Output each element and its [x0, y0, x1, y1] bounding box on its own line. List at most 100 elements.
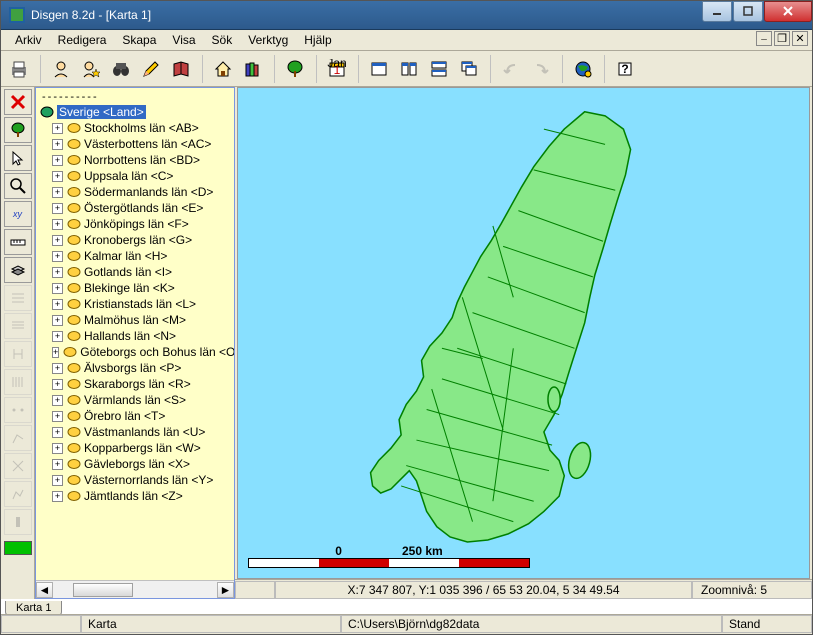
region-icon — [67, 250, 81, 262]
expand-icon[interactable]: + — [52, 315, 63, 326]
tree-item[interactable]: +Örebro län <T> — [38, 408, 232, 424]
tree-item-label: Stockholms län <AB> — [84, 121, 199, 135]
tree-item[interactable]: +Blekinge län <K> — [38, 280, 232, 296]
tree-item[interactable]: +Gävleborgs län <X> — [38, 456, 232, 472]
minimize-button[interactable] — [702, 1, 732, 22]
expand-icon[interactable]: + — [52, 411, 63, 422]
expand-icon[interactable]: + — [52, 443, 63, 454]
expand-icon[interactable]: + — [52, 475, 63, 486]
menu-hjalp[interactable]: Hjälp — [296, 31, 339, 49]
expand-icon[interactable]: + — [52, 459, 63, 470]
tree-item[interactable]: +Uppsala län <C> — [38, 168, 232, 184]
tree-item[interactable]: +Kopparbergs län <W> — [38, 440, 232, 456]
menu-visa[interactable]: Visa — [164, 31, 203, 49]
tree-item[interactable]: +Kristianstads län <L> — [38, 296, 232, 312]
mdi-restore-button[interactable]: ❐ — [774, 31, 790, 46]
statusbar: Karta C:\Users\Björn\dg82data Stand — [1, 614, 812, 634]
tree-item[interactable]: +Västerbottens län <AC> — [38, 136, 232, 152]
scroll-thumb[interactable] — [73, 583, 133, 597]
tree-horizontal-scrollbar[interactable]: ◄ ► — [36, 580, 234, 598]
menu-verktyg[interactable]: Verktyg — [240, 31, 296, 49]
tree-body[interactable]: ---------- Sverige <Land> +Stockholms lä… — [36, 88, 234, 580]
close-button[interactable] — [764, 1, 812, 22]
tree-item[interactable]: +Kalmar län <H> — [38, 248, 232, 264]
redo-button[interactable] — [527, 54, 555, 84]
tree-item[interactable]: +Jönköpings län <F> — [38, 216, 232, 232]
expand-icon[interactable]: + — [52, 491, 63, 502]
person-star-button[interactable] — [77, 54, 105, 84]
scroll-left-button[interactable]: ◄ — [36, 582, 53, 598]
window-cascade-button[interactable] — [455, 54, 483, 84]
mdi-minimize-button[interactable]: – — [756, 31, 772, 46]
tree-item[interactable]: + Stockholms län <AB> — [38, 120, 232, 136]
expand-icon[interactable]: + — [52, 251, 63, 262]
tree-root[interactable]: Sverige <Land> — [38, 104, 232, 120]
expand-icon[interactable]: + — [52, 139, 63, 150]
calendar-button[interactable]: 1Jan — [323, 54, 351, 84]
expand-icon[interactable]: + — [52, 155, 63, 166]
help-button[interactable]: ? — [611, 54, 639, 84]
tree-item[interactable]: +Södermanlands län <D> — [38, 184, 232, 200]
pointer-tool[interactable] — [4, 145, 32, 171]
books-button[interactable] — [239, 54, 267, 84]
tree-item[interactable]: +Skaraborgs län <R> — [38, 376, 232, 392]
tool-disabled-4 — [4, 369, 32, 395]
tree-item[interactable]: +Norrbottens län <BD> — [38, 152, 232, 168]
pencil-button[interactable] — [137, 54, 165, 84]
window-split-h-button[interactable] — [425, 54, 453, 84]
color-swatch[interactable] — [4, 541, 32, 555]
layers-tool[interactable] — [4, 257, 32, 283]
menu-sok[interactable]: Sök — [204, 31, 241, 49]
window-single-button[interactable] — [365, 54, 393, 84]
tree-button[interactable] — [281, 54, 309, 84]
mdi-close-button[interactable]: ✕ — [792, 31, 808, 46]
xy-tool[interactable]: xy — [4, 201, 32, 227]
book-button[interactable] — [167, 54, 195, 84]
expand-icon[interactable]: + — [52, 123, 63, 134]
zoom-tool[interactable] — [4, 173, 32, 199]
tree-item[interactable]: +Värmlands län <S> — [38, 392, 232, 408]
scroll-right-button[interactable]: ► — [217, 582, 234, 598]
tree-item[interactable]: +Jämtlands län <Z> — [38, 488, 232, 504]
globe-button[interactable] — [569, 54, 597, 84]
expand-icon[interactable]: + — [52, 363, 63, 374]
maximize-button[interactable] — [733, 1, 763, 22]
tree-item[interactable]: +Östergötlands län <E> — [38, 200, 232, 216]
tree-item[interactable]: +Hallands län <N> — [38, 328, 232, 344]
tree-item[interactable]: +Kronobergs län <G> — [38, 232, 232, 248]
measure-tool[interactable] — [4, 229, 32, 255]
menu-redigera[interactable]: Redigera — [50, 31, 115, 49]
expand-icon[interactable]: + — [52, 235, 63, 246]
expand-icon[interactable]: + — [52, 267, 63, 278]
expand-icon[interactable]: + — [52, 379, 63, 390]
print-button[interactable] — [5, 54, 33, 84]
expand-icon[interactable]: + — [52, 427, 63, 438]
map-canvas[interactable]: 0 250 km — [237, 87, 810, 579]
tree-item-label: Västmanlands län <U> — [84, 425, 205, 439]
tree-item[interactable]: +Malmöhus län <M> — [38, 312, 232, 328]
menu-skapa[interactable]: Skapa — [114, 31, 164, 49]
tree-item[interactable]: +Älvsborgs län <P> — [38, 360, 232, 376]
window-split-v-button[interactable] — [395, 54, 423, 84]
expand-icon[interactable]: + — [52, 219, 63, 230]
delete-tool[interactable] — [4, 89, 32, 115]
binoculars-button[interactable] — [107, 54, 135, 84]
person-button[interactable] — [47, 54, 75, 84]
expand-icon[interactable]: + — [52, 283, 63, 294]
map-wrap: 0 250 km X:7 347 807, Y:1 035 396 / 65 5… — [235, 87, 812, 599]
tree-item[interactable]: + Västmanlands län <U> — [38, 424, 232, 440]
tree-item[interactable]: +Göteborgs och Bohus län <O> — [38, 344, 232, 360]
undo-button[interactable] — [497, 54, 525, 84]
expand-icon[interactable]: + — [52, 299, 63, 310]
menu-arkiv[interactable]: Arkiv — [7, 31, 50, 49]
expand-icon[interactable]: + — [52, 347, 59, 358]
expand-icon[interactable]: + — [52, 331, 63, 342]
tree-tool[interactable] — [4, 117, 32, 143]
tree-item[interactable]: +Västernorrlands län <Y> — [38, 472, 232, 488]
expand-icon[interactable]: + — [52, 395, 63, 406]
tree-item[interactable]: +Gotlands län <I> — [38, 264, 232, 280]
expand-icon[interactable]: + — [52, 203, 63, 214]
expand-icon[interactable]: + — [52, 187, 63, 198]
expand-icon[interactable]: + — [52, 171, 63, 182]
home-button[interactable] — [209, 54, 237, 84]
